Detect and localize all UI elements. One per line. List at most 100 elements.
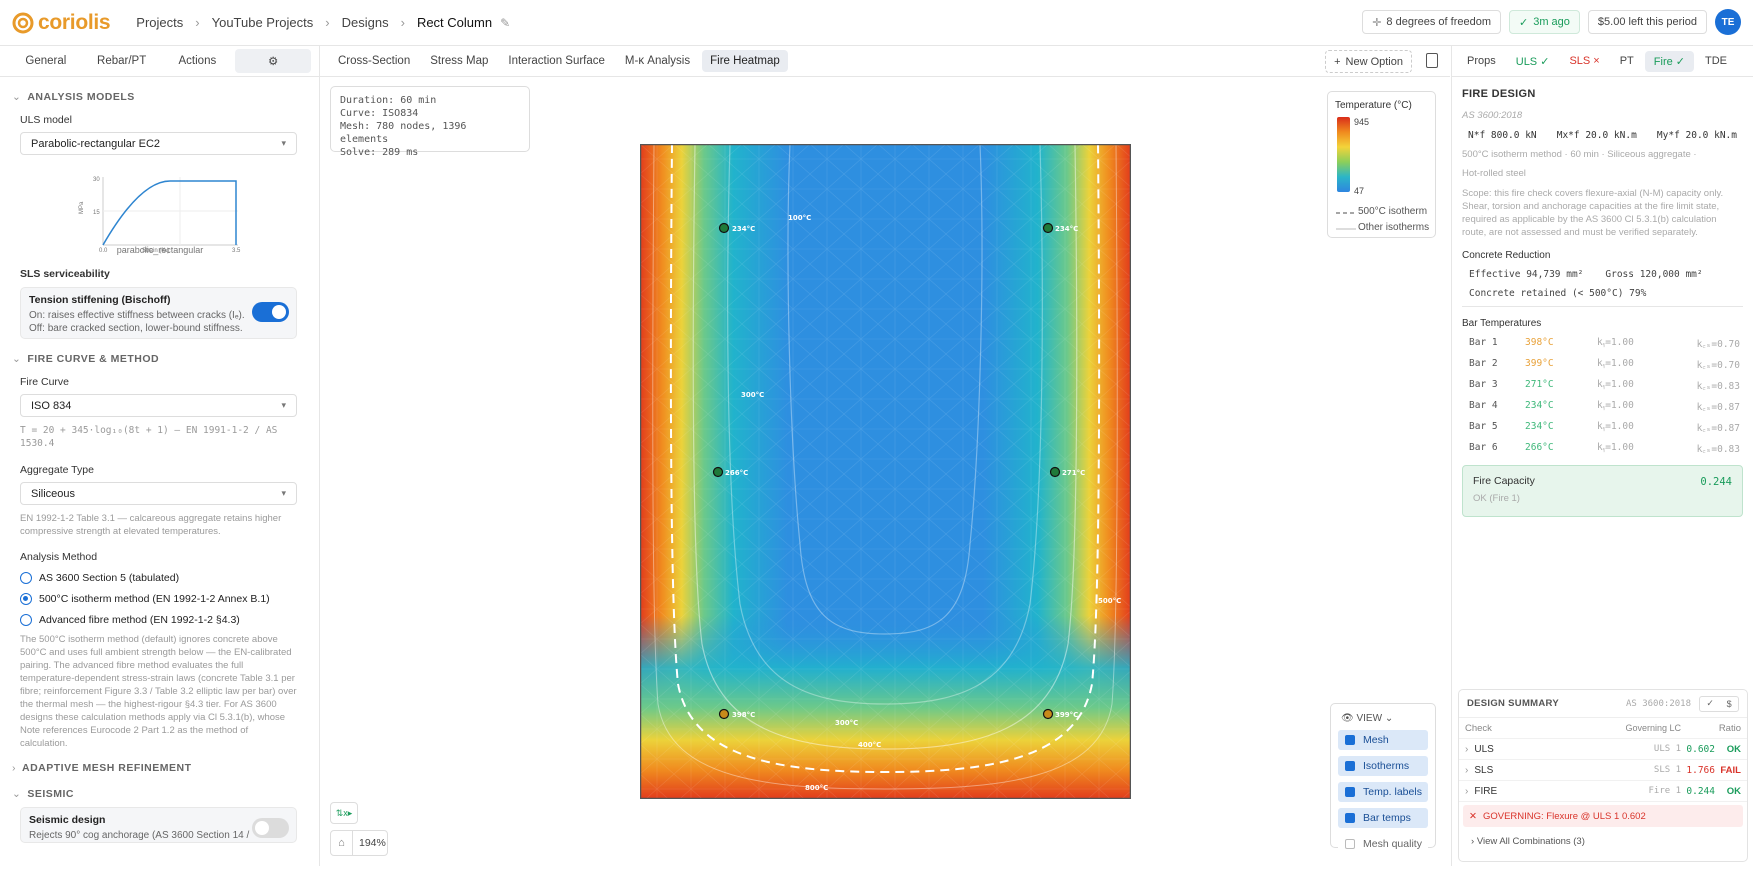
method-radio-tabulated[interactable]: AS 3600 Section 5 (tabulated) (20, 572, 319, 584)
center-panel: Cross-Section Stress Map Interaction Sur… (320, 46, 1450, 866)
dof-badge[interactable]: ✛ 8 degrees of freedom (1362, 10, 1501, 34)
tension-stiffening-toggle[interactable] (252, 302, 289, 322)
summary-row[interactable]: › ULS ULS 1 0.602 OK (1459, 739, 1747, 760)
view-all-combinations[interactable]: › View All Combinations (3) (1459, 830, 1747, 853)
tab-settings[interactable]: ⚙ (235, 49, 311, 73)
chevron-down-icon: ▾ (281, 400, 286, 410)
section-analysis-models[interactable]: ⌄ ANALYSIS MODELS (0, 91, 319, 103)
tab-tde[interactable]: TDE (1696, 51, 1736, 71)
chevron-right-icon: › (195, 15, 200, 30)
tab-m-kappa[interactable]: M-κ Analysis (617, 50, 698, 72)
bar-kz: k꜀ₛ=0.87 (1696, 402, 1740, 413)
document-icon[interactable] (1426, 53, 1438, 68)
view-toggle-bar-temps[interactable]: Bar temps (1338, 808, 1428, 828)
tab-cross-section[interactable]: Cross-Section (330, 50, 418, 72)
tab-fire[interactable]: Fire ✓ (1644, 50, 1695, 72)
bar-temp: 234°C (1525, 421, 1554, 432)
saved-label: 3m ago (1533, 16, 1570, 28)
aggregate-select[interactable]: Siliceous ▾ (20, 482, 297, 505)
tab-label: ULS (1515, 55, 1538, 68)
chevron-down-icon: ▾ (281, 138, 286, 148)
section-fire-curve[interactable]: ⌄ FIRE CURVE & METHOD (0, 353, 319, 365)
legend-min: 47 (1354, 186, 1365, 196)
breadcrumb-designs[interactable]: Designs (342, 15, 389, 30)
view-all-label: View All Combinations (3) (1476, 836, 1585, 847)
tab-sls[interactable]: SLS × (1560, 51, 1608, 71)
summary-actions[interactable]: ✓ $ (1699, 695, 1739, 712)
concrete-area-row: Effective 94,739 mm² Gross 120,000 mm² (1462, 269, 1743, 280)
rebar-dot-4[interactable] (1042, 222, 1054, 234)
zoom-level[interactable]: 194% (353, 837, 386, 849)
bar-name: Bar 6 (1469, 442, 1498, 453)
view-options-panel: 👁︎ VIEW ⌄ Mesh Isotherms Temp. labels Ba… (1330, 703, 1436, 854)
tab-pt[interactable]: PT (1611, 51, 1643, 71)
credit-badge[interactable]: $5.00 left this period (1587, 10, 1707, 34)
summary-row[interactable]: › SLS SLS 1 1.766 FAIL (1459, 760, 1747, 781)
tab-props[interactable]: Props (1458, 51, 1505, 71)
fire-curve-select[interactable]: ISO 834 ▾ (20, 394, 297, 417)
fire-capacity-card: Fire Capacity OK (Fire 1) 0.244 (1462, 465, 1743, 517)
scope-note: Scope: this fire check covers flexure-ax… (1462, 188, 1724, 238)
breadcrumb-projects[interactable]: Projects (136, 15, 183, 30)
uls-model-select[interactable]: Parabolic-rectangular EC2 ▾ (20, 132, 297, 155)
edit-pencil-icon[interactable]: ✎ (500, 16, 510, 30)
tab-fire-heatmap[interactable]: Fire Heatmap (702, 50, 788, 72)
chevron-down-icon: ⌄ (12, 353, 22, 365)
rebar-dot-1[interactable] (718, 708, 730, 720)
uls-model-label: ULS model (20, 114, 72, 126)
bar-ky: kᵧ=1.00 (1597, 442, 1634, 453)
logo[interactable]: coriolis (12, 11, 111, 35)
summary-row[interactable]: › FIRE Fire 1 0.244 OK (1459, 781, 1747, 802)
rebar-dot-5[interactable] (718, 222, 730, 234)
tab-uls[interactable]: ULS ✓ (1507, 51, 1559, 72)
bar-temp-label: 399°C (1055, 711, 1078, 719)
check-icon: ✓ (1519, 16, 1529, 29)
seismic-toggle[interactable] (252, 818, 289, 838)
summary-status: OK (1726, 743, 1741, 755)
saved-badge[interactable]: ✓ 3m ago (1509, 10, 1580, 34)
eye-icon: 👁︎ (1341, 713, 1357, 724)
view-toggle-isotherms[interactable]: Isotherms (1338, 756, 1428, 776)
breadcrumb-youtube-projects[interactable]: YouTube Projects (212, 15, 314, 30)
method-radio-fibre[interactable]: Advanced fibre method (EN 1992-1-2 §4.3) (20, 614, 319, 626)
view-toggle-mesh-quality[interactable]: Mesh quality (1338, 834, 1428, 854)
curve-ylabel: MPa (79, 201, 85, 214)
tab-interaction-surface[interactable]: Interaction Surface (500, 50, 613, 72)
tab-actions[interactable]: Actions (160, 50, 236, 72)
fire-heatmap[interactable]: 234°C 234°C 266°C 271°C 398°C 399°C 100°… (640, 144, 1131, 799)
gear-icon: ⚙ (267, 56, 279, 68)
rebar-dot-2[interactable] (1042, 708, 1054, 720)
avatar[interactable]: TE (1715, 9, 1741, 35)
new-option-button[interactable]: + New Option (1325, 50, 1412, 73)
view-toggle-mesh[interactable]: Mesh (1338, 730, 1428, 750)
view-toggle-temp-labels[interactable]: Temp. labels (1338, 782, 1428, 802)
summary-rows: › ULS ULS 1 0.602 OK › SLS SLS 1 1.766 FAIL › FIRE F… (1459, 739, 1747, 802)
tab-rebar-pt[interactable]: Rebar/PT (84, 50, 160, 72)
section-seismic[interactable]: ⌄ SEISMIC (0, 788, 319, 800)
bar-ky: kᵧ=1.00 (1597, 337, 1634, 348)
view-options-toggle[interactable]: 👁︎ VIEW ⌄ (1341, 713, 1435, 724)
tab-stress-map[interactable]: Stress Map (422, 50, 496, 72)
legend-title: Temperature (°C) (1335, 100, 1412, 111)
view-item-label: Mesh quality (1363, 838, 1422, 850)
chevron-right-icon: › (325, 15, 330, 30)
bar-temp: 234°C (1525, 400, 1554, 411)
method-option-label: 500°C isotherm method (EN 1992-1-2 Annex… (39, 593, 270, 605)
summary-status: OK (1726, 785, 1741, 797)
rebar-dot-6[interactable] (712, 466, 724, 478)
home-icon[interactable]: ⌂ (331, 831, 353, 855)
seismic-desc: Rejects 90° cog anchorage (AS 3600 Secti… (29, 830, 250, 841)
bar-name: Bar 2 (1469, 358, 1498, 369)
section-adaptive-mesh[interactable]: › ADAPTIVE MESH REFINEMENT (0, 762, 319, 774)
bar-temp: 399°C (1525, 358, 1554, 369)
tension-stiffening-card: Tension stiffening (Bischoff) On: raises… (20, 287, 297, 339)
divider (1462, 306, 1743, 307)
radio-circle (20, 572, 32, 584)
bar-name: Bar 1 (1469, 337, 1498, 348)
view-title: VIEW (1356, 713, 1383, 724)
tab-general[interactable]: General (8, 50, 84, 72)
axes-toggle-button[interactable]: ⇅ x ▸ (330, 802, 358, 824)
rebar-dot-3[interactable] (1049, 466, 1061, 478)
tab-label: SLS (1569, 55, 1591, 67)
method-radio-isotherm[interactable]: 500°C isotherm method (EN 1992-1-2 Annex… (20, 593, 319, 605)
